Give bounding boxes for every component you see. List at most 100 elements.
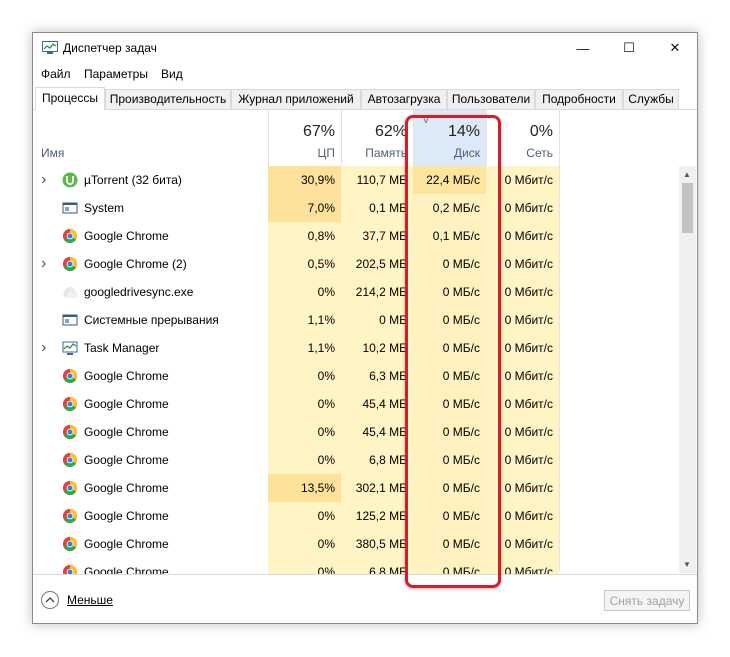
system-icon xyxy=(62,312,78,328)
process-name: Google Chrome xyxy=(84,229,169,243)
process-name: Google Chrome xyxy=(84,537,169,551)
tab-app-history[interactable]: Журнал приложений xyxy=(231,89,361,109)
scroll-up-icon[interactable]: ▲ xyxy=(683,170,691,179)
process-row[interactable]: googledrivesync.exe 0% 214,2 МБ 0 МБ/с 0 Мби… xyxy=(33,278,681,306)
process-row[interactable]: Google Chrome 13,5% 302,1 МБ 0 МБ/с 0 Мбит/с xyxy=(33,474,681,502)
menu-parameters[interactable]: Параметры xyxy=(84,67,148,81)
process-row[interactable]: › Google Chrome (2) 0,5% 202,5 МБ 0 МБ/с 0 Мб… xyxy=(33,250,681,278)
process-row[interactable]: › µTorrent (32 бита) 30,9% 110,7 МБ 22,4 МБ/… xyxy=(33,166,681,194)
memory-cell: 0,1 МБ xyxy=(341,194,413,222)
tab-processes[interactable]: Процессы xyxy=(35,87,105,110)
network-total-percent: 0% xyxy=(529,123,553,140)
close-icon: ✕ xyxy=(669,40,681,55)
cpu-cell: 0,5% xyxy=(268,250,341,278)
process-name: googledrivesync.exe xyxy=(84,285,194,299)
chrome-icon xyxy=(62,228,78,244)
cpu-total-percent: 67% xyxy=(302,123,335,140)
chrome-icon xyxy=(62,480,78,496)
scroll-down-icon[interactable]: ▼ xyxy=(683,560,691,569)
minimize-icon: — xyxy=(576,40,590,56)
utorrent-icon xyxy=(62,172,78,188)
minimize-button[interactable]: — xyxy=(560,33,606,63)
memory-cell: 202,5 МБ xyxy=(341,250,413,278)
collapse-chevron-icon[interactable] xyxy=(41,591,59,609)
title-bar: Диспетчер задач — ☐ ✕ xyxy=(33,33,697,63)
memory-cell: 10,2 МБ xyxy=(341,334,413,362)
footer-bar: Меньше Снять задачу xyxy=(33,574,697,623)
menu-view[interactable]: Вид xyxy=(161,67,183,81)
process-row[interactable]: System 7,0% 0,1 МБ 0,2 МБ/с 0 Мбит/с xyxy=(33,194,681,222)
chrome-icon xyxy=(62,424,78,440)
tab-users[interactable]: Пользователи xyxy=(447,89,535,109)
taskmanager-icon xyxy=(62,340,78,356)
tab-strip: Процессы Производительность Журнал прило… xyxy=(33,87,697,110)
process-row[interactable]: Google Chrome 0% 6,3 МБ 0 МБ/с 0 Мбит/с xyxy=(33,362,681,390)
vertical-scrollbar[interactable]: ▲ ▼ xyxy=(679,166,696,573)
cpu-cell: 1,1% xyxy=(268,306,341,334)
chrome-icon xyxy=(62,508,78,524)
cpu-cell: 0% xyxy=(268,390,341,418)
process-row[interactable]: Google Chrome 0,8% 37,7 МБ 0,1 МБ/с 0 Мбит/с xyxy=(33,222,681,250)
chrome-icon xyxy=(62,452,78,468)
memory-cell: 45,4 МБ xyxy=(341,390,413,418)
column-header-cpu[interactable]: 67% ЦП xyxy=(268,110,341,166)
chrome-icon xyxy=(62,256,78,272)
process-row[interactable]: Google Chrome 0% 45,4 МБ 0 МБ/с 0 Мбит/с xyxy=(33,390,681,418)
maximize-button[interactable]: ☐ xyxy=(606,33,652,63)
column-name-label: Имя xyxy=(41,146,65,160)
process-name: Системные прерывания xyxy=(84,313,219,327)
tab-startup[interactable]: Автозагрузка xyxy=(361,89,447,109)
process-row[interactable]: Google Chrome 0% 45,4 МБ 0 МБ/с 0 Мбит/с xyxy=(33,418,681,446)
menu-file[interactable]: Файл xyxy=(41,67,71,81)
chrome-icon xyxy=(62,396,78,412)
chrome-icon xyxy=(62,536,78,552)
memory-cell: 302,1 МБ xyxy=(341,474,413,502)
expand-chevron-icon[interactable]: › xyxy=(41,334,46,362)
scrollbar-thumb[interactable] xyxy=(682,183,693,233)
chrome-icon xyxy=(62,368,78,384)
process-name: µTorrent (32 бита) xyxy=(84,173,182,187)
column-header-memory[interactable]: 62% Память xyxy=(341,110,413,166)
tab-services[interactable]: Службы xyxy=(623,89,679,109)
maximize-icon: ☐ xyxy=(623,40,635,55)
cpu-cell: 0% xyxy=(268,418,341,446)
process-row[interactable]: Google Chrome 0% 380,5 МБ 0 МБ/с 0 Мбит/с xyxy=(33,530,681,558)
cpu-cell: 0% xyxy=(268,530,341,558)
process-name: Google Chrome xyxy=(84,369,169,383)
expand-chevron-icon[interactable]: › xyxy=(41,250,46,278)
memory-total-percent: 62% xyxy=(374,123,407,140)
task-manager-window: Диспетчер задач — ☐ ✕ Файл Параметры Вид… xyxy=(32,32,698,624)
end-task-button[interactable]: Снять задачу xyxy=(604,590,690,611)
process-name: Task Manager xyxy=(84,341,160,355)
expand-chevron-icon[interactable]: › xyxy=(41,166,46,194)
memory-cell: 214,2 МБ xyxy=(341,278,413,306)
system-icon xyxy=(62,200,78,216)
cpu-cell: 30,9% xyxy=(268,166,341,194)
memory-cell: 0 МБ xyxy=(341,306,413,334)
cpu-cell: 13,5% xyxy=(268,474,341,502)
tab-performance[interactable]: Производительность xyxy=(105,89,231,109)
cpu-cell: 0,8% xyxy=(268,222,341,250)
close-button[interactable]: ✕ xyxy=(652,33,697,63)
cpu-cell: 1,1% xyxy=(268,334,341,362)
column-header-name[interactable]: Имя xyxy=(33,110,268,166)
cpu-cell: 0% xyxy=(268,278,341,306)
network-column-label: Сеть xyxy=(526,146,553,160)
cpu-cell: 7,0% xyxy=(268,194,341,222)
fewer-details-link[interactable]: Меньше xyxy=(67,593,113,607)
process-row[interactable]: Google Chrome 0% 125,2 МБ 0 МБ/с 0 Мбит/с xyxy=(33,502,681,530)
process-name: Google Chrome xyxy=(84,397,169,411)
process-row[interactable]: › Task Manager 1,1% 10,2 МБ 0 МБ/с 0 Мбит/с xyxy=(33,334,681,362)
memory-cell: 125,2 МБ xyxy=(341,502,413,530)
tab-details[interactable]: Подробности xyxy=(535,89,623,109)
process-row[interactable]: Google Chrome 0% 6,8 МБ 0 МБ/с 0 Мбит/с xyxy=(33,446,681,474)
memory-cell: 6,3 МБ xyxy=(341,362,413,390)
cpu-cell: 0% xyxy=(268,362,341,390)
menu-bar: Файл Параметры Вид xyxy=(33,65,697,83)
memory-column-label: Память xyxy=(365,146,407,160)
process-row[interactable]: Системные прерывания 1,1% 0 МБ 0 МБ/с 0 Мбит… xyxy=(33,306,681,334)
task-manager-app-icon xyxy=(42,41,58,54)
googledrive-icon xyxy=(62,284,78,300)
cpu-cell: 0% xyxy=(268,446,341,474)
process-name: Google Chrome xyxy=(84,481,169,495)
